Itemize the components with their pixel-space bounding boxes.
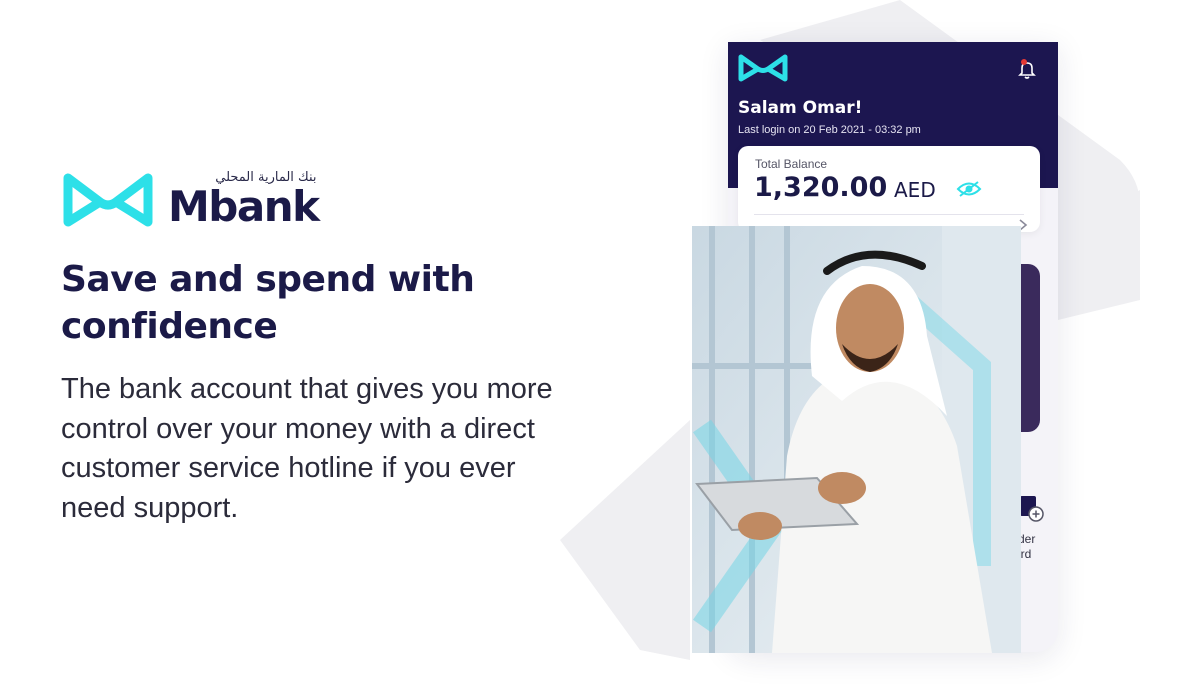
man-with-tablet-image	[692, 226, 1021, 653]
balance-label: Total Balance	[755, 157, 828, 171]
balance-currency: AED	[894, 178, 936, 202]
balance-amount: 1,320.00	[754, 172, 888, 203]
photo-illustration	[692, 226, 1021, 653]
body-copy: The bank account that gives you more con…	[61, 373, 553, 524]
headline: Save and spend with confidence	[61, 259, 475, 347]
greeting: Salam Omar!	[738, 98, 863, 118]
last-login-text: Last login on 20 Feb 2021 - 03:32 pm	[738, 124, 921, 136]
mbank-logo-icon	[738, 54, 788, 82]
card-divider	[754, 214, 1024, 215]
brand-logo: بنك المارية المحلي Mbank	[60, 168, 320, 232]
eye-icon[interactable]	[956, 180, 982, 198]
balance-card[interactable]: Total Balance 1,320.00 AED	[738, 146, 1040, 232]
brand-name: Mbank	[168, 182, 320, 231]
mbank-logo-icon	[63, 173, 153, 227]
bell-icon[interactable]	[1016, 58, 1038, 80]
